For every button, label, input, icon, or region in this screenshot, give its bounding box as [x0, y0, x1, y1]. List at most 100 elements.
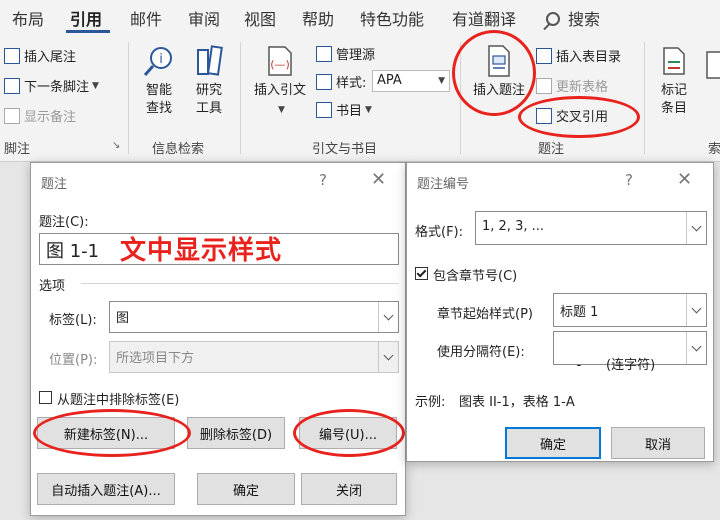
insert-endnote-button[interactable]: 插入尾注 — [4, 46, 76, 65]
tab-mailings[interactable]: 邮件 — [130, 6, 162, 30]
numbering-button[interactable]: 编号(U)... — [299, 417, 397, 449]
tab-view[interactable]: 视图 — [244, 6, 276, 30]
insert-citation-button[interactable]: (—) 插入引文 ▼ — [248, 44, 312, 119]
chevron-down-icon — [686, 294, 706, 326]
close-button[interactable]: 关闭 — [301, 473, 397, 505]
manage-sources-label: 管理源 — [336, 48, 376, 63]
cross-reference-button[interactable]: 交叉引用 — [536, 106, 608, 125]
insert-endnote-label: 插入尾注 — [24, 50, 77, 65]
mark-entry-label-1: 标记 — [660, 83, 687, 98]
cross-reference-label: 交叉引用 — [556, 110, 609, 125]
magnifier-icon: i — [142, 44, 176, 78]
endnote-icon — [4, 47, 20, 64]
research-tool-label-2: 工具 — [195, 101, 222, 116]
show-notes-label: 显示备注 — [24, 110, 77, 125]
citation-style-select[interactable]: APA ▼ — [372, 70, 450, 92]
search-tab[interactable]: 搜索 — [546, 6, 600, 30]
position-select[interactable]: 所选项目下方 — [109, 341, 399, 373]
show-notes-button[interactable]: 显示备注 — [4, 106, 76, 125]
active-tab-indicator — [66, 30, 110, 33]
ok-button[interactable]: 确定 — [197, 473, 295, 505]
exclude-label-checkbox[interactable] — [39, 391, 52, 404]
position-select-value: 所选项目下方 — [116, 351, 195, 366]
label-select-value: 图 — [116, 311, 130, 326]
close-icon[interactable]: ✕ — [371, 169, 386, 190]
checkmark-icon — [416, 267, 427, 278]
help-icon[interactable]: ? — [319, 171, 327, 189]
group-separator — [644, 42, 645, 154]
numbering-cancel-button[interactable]: 取消 — [611, 427, 705, 459]
delete-label-button[interactable]: 删除标签(D) — [187, 417, 285, 449]
tab-layout[interactable]: 布局 — [12, 6, 44, 30]
options-divider — [81, 283, 399, 284]
svg-text:(—): (—) — [270, 58, 290, 71]
annotation-display-style: 文中显示样式 — [120, 236, 283, 266]
include-chapter-checkbox[interactable] — [415, 267, 428, 280]
search-label: 搜索 — [568, 10, 601, 29]
exclude-label-text: 从题注中排除标签(E) — [57, 393, 180, 408]
tab-review[interactable]: 审阅 — [188, 6, 220, 30]
separator-value: - (连字符) — [576, 358, 656, 373]
svg-text:i: i — [159, 52, 163, 67]
caption-label: 题注(C): — [39, 215, 89, 230]
footnotes-dialog-launcher-icon[interactable]: ↘ — [112, 140, 120, 151]
tab-youdao-translate[interactable]: 有道翻译 — [452, 6, 516, 30]
separator-select[interactable]: - (连字符) — [553, 331, 707, 373]
chevron-down-icon — [378, 302, 398, 332]
numbering-dialog-title: 题注编号 — [417, 177, 470, 192]
label-label: 标签(L): — [49, 313, 97, 328]
manage-sources-icon — [316, 45, 332, 62]
insert-table-of-figures-button[interactable]: 插入表目录 — [536, 46, 621, 65]
tab-references[interactable]: 引用 — [70, 6, 102, 30]
close-icon[interactable]: ✕ — [677, 169, 692, 190]
show-notes-icon — [4, 107, 20, 124]
autocaption-button[interactable]: 自动插入题注(A)... — [37, 473, 175, 505]
insert-caption-label: 插入题注 — [472, 83, 525, 98]
label-select[interactable]: 图 — [109, 301, 399, 333]
tab-help[interactable]: 帮助 — [302, 6, 334, 30]
format-select[interactable]: 1, 2, 3, ... — [475, 211, 707, 245]
example-value: 图表 II-1，表格 1-A — [459, 395, 575, 410]
options-label: 选项 — [39, 279, 66, 294]
chevron-down-icon: ▼ — [438, 76, 445, 86]
manage-sources-button[interactable]: 管理源 — [316, 44, 375, 63]
next-footnote-label: 下一条脚注 — [24, 80, 90, 95]
smart-lookup-label-1: 智能 — [145, 83, 172, 98]
help-icon[interactable]: ? — [625, 171, 633, 189]
insert-table-of-figures-label: 插入表目录 — [556, 50, 622, 65]
chapter-style-label: 章节起始样式(P) — [437, 307, 533, 322]
format-label: 格式(F): — [415, 225, 464, 240]
ribbon: 布局 引用 邮件 审阅 视图 帮助 特色功能 有道翻译 搜索 插入尾注 下一条脚… — [0, 0, 720, 162]
tab-special-features[interactable]: 特色功能 — [360, 6, 424, 30]
chevron-down-icon — [378, 342, 398, 372]
insert-citation-label: 插入引文 — [253, 83, 306, 98]
caption-dialog: 题注 ? ✕ 题注(C): 图 1-1 选项 标签(L): 图 位置(P): 所… — [30, 162, 406, 516]
group-label-index-partial: 索 — [708, 142, 720, 157]
bibliography-label: 书目 — [336, 104, 363, 119]
research-tool-button[interactable]: 研究 工具 — [186, 44, 232, 118]
table-of-figures-icon — [536, 47, 552, 64]
bibliography-button[interactable]: 书目 ▼ — [316, 100, 372, 119]
update-table-button[interactable]: 更新表格 — [536, 76, 608, 95]
new-label-button[interactable]: 新建标签(N)... — [37, 417, 175, 449]
group-separator — [460, 42, 461, 154]
chevron-down-icon: ▼ — [278, 105, 285, 115]
numbering-ok-button[interactable]: 确定 — [505, 427, 601, 459]
smart-lookup-button[interactable]: i 智能 查找 — [136, 44, 182, 118]
chevron-down-icon: ▼ — [92, 80, 99, 91]
caption-dialog-title: 题注 — [41, 177, 68, 192]
citation-style-value: APA — [377, 73, 402, 88]
update-table-icon — [536, 77, 552, 94]
insert-caption-button[interactable]: 插入题注 — [466, 44, 532, 100]
mark-entry-label-2: 条目 — [660, 101, 687, 116]
separator-label: 使用分隔符(E): — [437, 345, 525, 360]
citation-icon: (—) — [263, 44, 297, 78]
chapter-style-select[interactable]: 标题 1 — [553, 293, 707, 327]
chevron-down-icon: ▼ — [365, 104, 372, 115]
mark-entry-button[interactable]: 标记 条目 — [652, 44, 696, 118]
search-icon — [546, 12, 560, 26]
chapter-style-value: 标题 1 — [560, 305, 599, 320]
next-footnote-button[interactable]: 下一条脚注 ▼ — [4, 76, 99, 95]
cross-reference-icon — [536, 107, 552, 124]
insert-caption-icon — [482, 44, 516, 78]
